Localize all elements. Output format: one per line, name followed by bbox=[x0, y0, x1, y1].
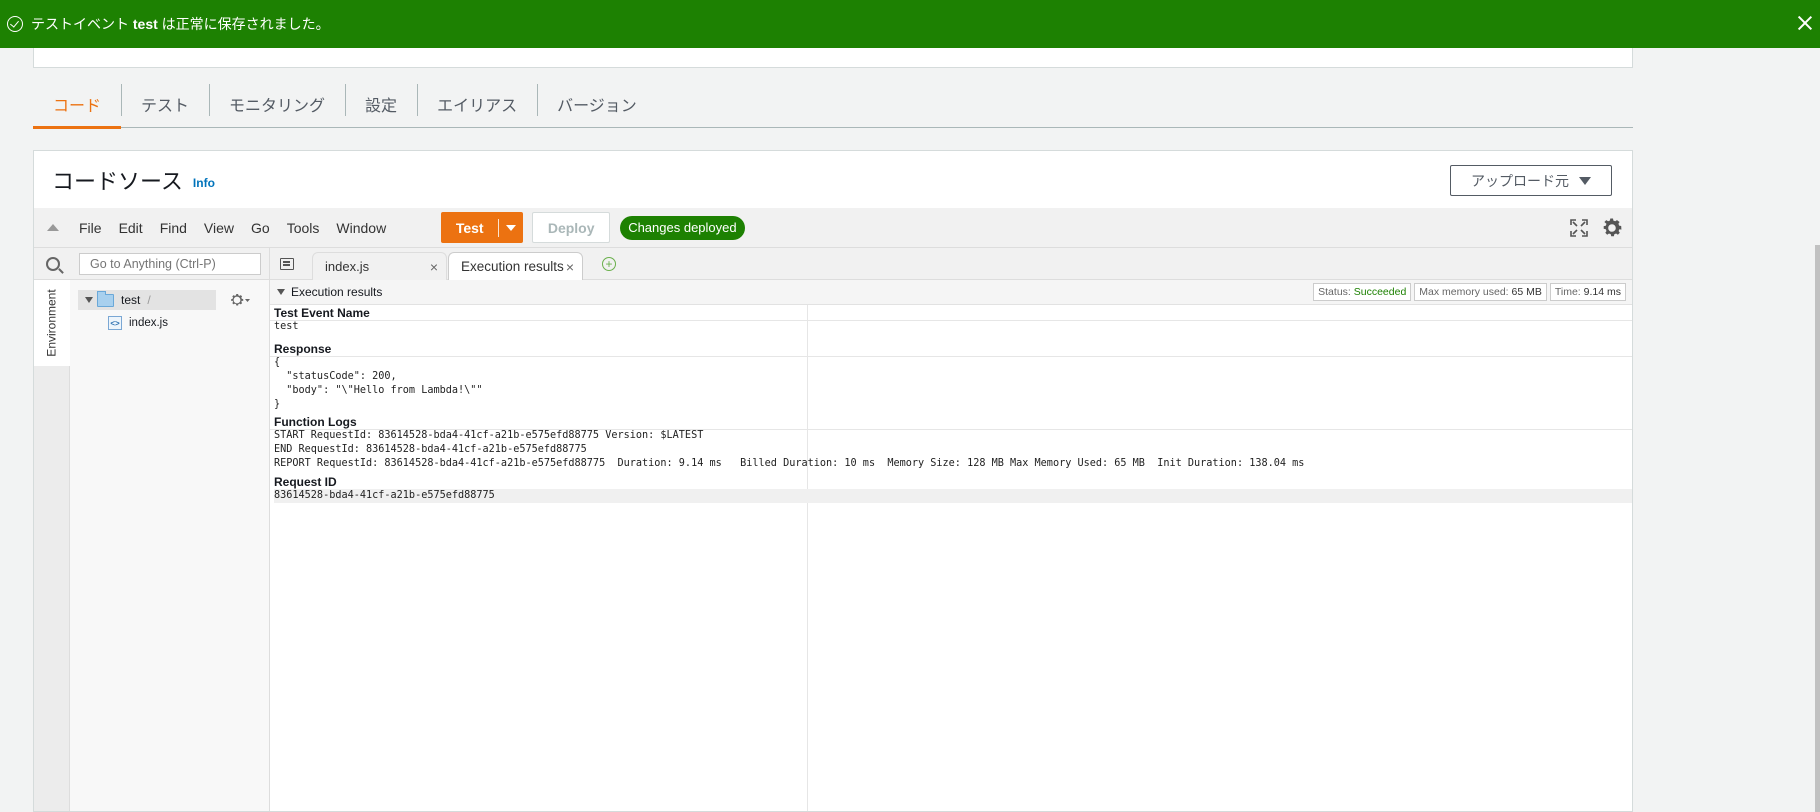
function-tabs: コード テスト モニタリング 設定 エイリアス バージョン bbox=[33, 80, 1633, 129]
page-scrollbar[interactable] bbox=[1815, 245, 1820, 812]
ide-menubar: File Edit Find View Go Tools Window Test… bbox=[34, 208, 1632, 248]
execution-stats: Status: Succeeded Max memory used: 65 MB… bbox=[1313, 283, 1626, 301]
close-tab-icon[interactable]: × bbox=[430, 259, 438, 275]
editor-tab-label: Execution results bbox=[461, 259, 564, 274]
tab-code[interactable]: コード bbox=[33, 80, 122, 129]
function-logs-heading: Function Logs bbox=[274, 415, 357, 429]
editor-tab-label: index.js bbox=[325, 259, 370, 274]
flash-message: テストイベント test は正常に保存されました。 bbox=[31, 14, 330, 34]
panel-menu-icon[interactable] bbox=[280, 258, 294, 270]
goto-anything-input[interactable] bbox=[79, 253, 261, 275]
collapse-arrow-icon[interactable] bbox=[277, 289, 285, 295]
test-dropdown-button[interactable] bbox=[499, 224, 523, 231]
function-logs-body: START RequestId: 83614528-bda4-41cf-a21b… bbox=[274, 430, 1305, 469]
file-label: index.js bbox=[129, 317, 168, 329]
time-stat: Time: 9.14 ms bbox=[1549, 283, 1626, 301]
response-body: { "statusCode": 200, "body": "\"Hello fr… bbox=[274, 357, 483, 410]
code-source-panel: コードソース Info アップロード元 File Edit Find View … bbox=[33, 150, 1633, 812]
flash-suffix: は正常に保存されました。 bbox=[157, 16, 330, 32]
request-id-value[interactable]: 83614528-bda4-41cf-a21b-e575efd88775 bbox=[274, 489, 1632, 503]
tab-aliases[interactable]: エイリアス bbox=[417, 80, 537, 128]
search-row bbox=[34, 248, 270, 280]
test-event-value: test bbox=[274, 321, 299, 332]
execution-results-header[interactable]: Execution results Status: Succeeded Max … bbox=[270, 280, 1632, 305]
menu-find[interactable]: Find bbox=[160, 220, 187, 236]
status-value: Succeeded bbox=[1353, 286, 1407, 298]
request-id-heading: Request ID bbox=[274, 475, 337, 489]
execution-results-body: Test Event Name test Response { "statusC… bbox=[270, 305, 1632, 811]
tree-root-folder[interactable]: test / bbox=[78, 290, 216, 310]
check-circle-icon bbox=[7, 16, 23, 32]
response-heading: Response bbox=[274, 342, 332, 356]
menu-file[interactable]: File bbox=[79, 220, 102, 236]
menu-view[interactable]: View bbox=[204, 220, 234, 236]
upload-from-label: アップロード元 bbox=[1471, 172, 1569, 189]
deploy-button[interactable]: Deploy bbox=[532, 212, 611, 243]
menu-go[interactable]: Go bbox=[251, 220, 270, 236]
memory-value: 65 MB bbox=[1511, 286, 1542, 298]
memory-label: Max memory used: bbox=[1419, 286, 1512, 298]
close-tab-icon[interactable]: × bbox=[566, 259, 574, 275]
fullscreen-icon[interactable] bbox=[1570, 219, 1588, 237]
status-badge: Changes deployed bbox=[620, 215, 745, 240]
execution-results-title: Execution results bbox=[291, 285, 383, 299]
panel-header: コードソース Info bbox=[34, 151, 1632, 209]
caret-down-icon bbox=[1579, 176, 1591, 185]
javascript-file-icon: <> bbox=[108, 316, 122, 330]
search-icon bbox=[46, 257, 60, 271]
menu-window[interactable]: Window bbox=[336, 220, 386, 236]
editor-tab-index-js[interactable]: index.js × bbox=[312, 252, 447, 280]
environment-tab[interactable]: Environment bbox=[34, 280, 70, 366]
status-label: Status: bbox=[1318, 286, 1354, 298]
editor-tab-execution-results[interactable]: Execution results × bbox=[448, 252, 583, 280]
success-flash-banner: テストイベント test は正常に保存されました。 bbox=[0, 0, 1820, 48]
flash-event-name: test bbox=[132, 16, 158, 32]
tab-versions[interactable]: バージョン bbox=[537, 80, 657, 128]
memory-stat: Max memory used: 65 MB bbox=[1414, 283, 1547, 301]
ide-workspace: Environment test / <> index.js bbox=[34, 248, 1632, 811]
editor-area: index.js × Execution results × + Executi… bbox=[270, 248, 1632, 811]
status-stat: Status: Succeeded bbox=[1313, 283, 1412, 301]
menu-edit[interactable]: Edit bbox=[119, 220, 143, 236]
time-label: Time: bbox=[1554, 286, 1584, 298]
upload-from-button[interactable]: アップロード元 bbox=[1450, 165, 1612, 196]
flash-prefix: テストイベント bbox=[31, 16, 133, 32]
tab-monitoring[interactable]: モニタリング bbox=[209, 80, 345, 128]
test-button[interactable]: Test bbox=[441, 212, 524, 243]
editor-tabbar: index.js × Execution results × + bbox=[270, 248, 1632, 280]
tree-settings-gear-icon[interactable] bbox=[230, 292, 250, 308]
time-value: 9.14 ms bbox=[1583, 286, 1621, 298]
cloud9-ide: File Edit Find View Go Tools Window Test… bbox=[34, 208, 1632, 811]
tree-file-index-js[interactable]: <> index.js bbox=[108, 316, 168, 330]
page-title: コードソース bbox=[52, 169, 183, 194]
test-button-label: Test bbox=[455, 219, 484, 236]
folder-icon bbox=[97, 290, 114, 307]
function-overview-panel-bottom bbox=[33, 48, 1633, 68]
menu-tools[interactable]: Tools bbox=[287, 220, 320, 236]
collapse-arrow-icon[interactable] bbox=[47, 224, 59, 231]
chevron-down-icon bbox=[506, 224, 517, 231]
add-tab-icon[interactable]: + bbox=[602, 257, 616, 271]
tab-test[interactable]: テスト bbox=[121, 80, 209, 128]
info-link[interactable]: Info bbox=[193, 176, 215, 190]
file-tree: test / <> index.js bbox=[70, 280, 270, 811]
close-icon[interactable] bbox=[1794, 12, 1816, 34]
root-folder-slash: / bbox=[147, 293, 151, 307]
tab-configuration[interactable]: 設定 bbox=[345, 80, 417, 128]
expand-arrow-icon[interactable] bbox=[85, 297, 93, 303]
gear-icon[interactable] bbox=[1600, 216, 1624, 240]
environment-tab-label: Environment bbox=[44, 289, 59, 357]
test-event-heading: Test Event Name bbox=[274, 306, 370, 320]
root-folder-label: test bbox=[121, 293, 141, 307]
test-button-separator bbox=[498, 218, 500, 237]
